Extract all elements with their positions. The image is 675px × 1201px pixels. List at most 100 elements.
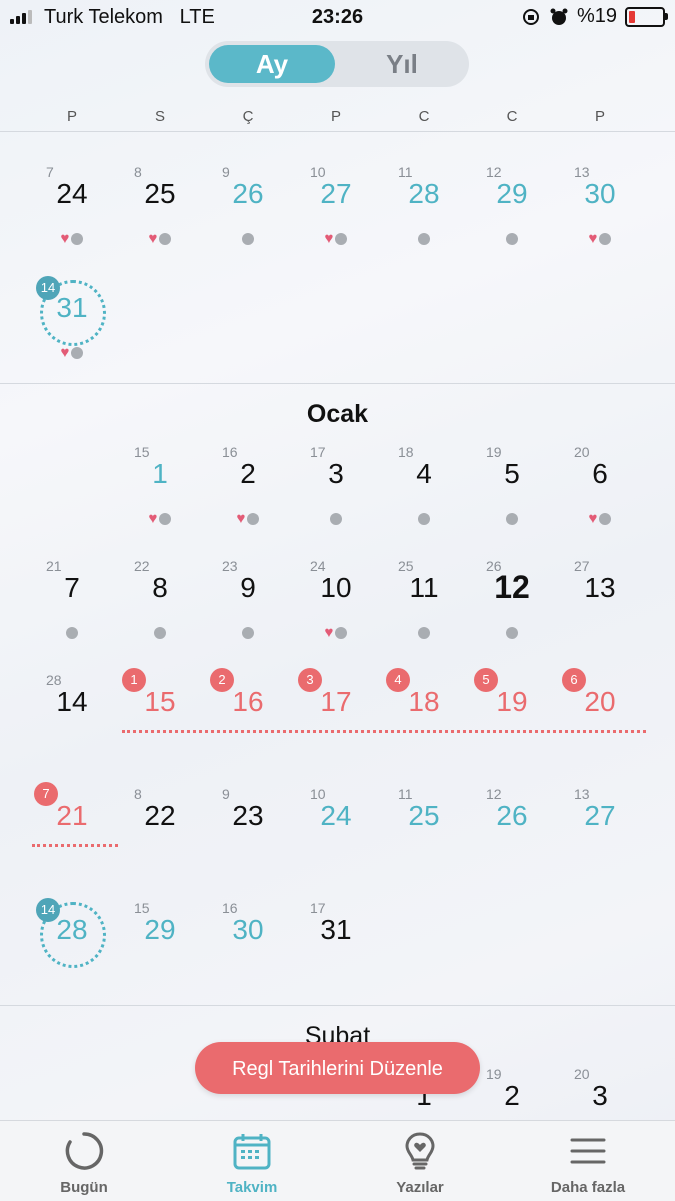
date-number: 20 <box>584 686 616 717</box>
day-cell[interactable]: 13 30 ♥ <box>556 164 644 282</box>
segment-year[interactable]: Yıl <box>339 45 465 83</box>
date-number: 31 <box>320 914 352 945</box>
day-cell[interactable]: 8 22 <box>116 786 204 904</box>
day-cell-period[interactable]: 7 21 <box>28 782 116 904</box>
day-cell[interactable]: 16 30 <box>204 900 292 1018</box>
day-cell-today[interactable]: 26 12 <box>468 558 556 676</box>
day-cell[interactable]: 11 25 <box>380 786 468 904</box>
date-number: 16 <box>232 686 264 717</box>
day-cell[interactable]: 17 3 <box>292 444 380 562</box>
day-cell[interactable]: 23 9 <box>204 558 292 676</box>
day-cell[interactable]: 22 8 <box>116 558 204 676</box>
day-indicators: ♥ <box>116 511 204 526</box>
day-cell-period[interactable]: 3 17 <box>292 668 380 790</box>
day-cell[interactable]: 12 29 <box>468 164 556 282</box>
day-indicators: ♥ <box>556 230 644 247</box>
day-cell-period[interactable]: 1 15 <box>116 668 204 790</box>
weekday-label: S <box>154 108 165 125</box>
tab-calendar[interactable]: Takvim <box>168 1121 336 1201</box>
weekday-label: P <box>594 108 605 125</box>
weekday-label: P <box>66 108 77 125</box>
date-number: 25 <box>144 178 176 209</box>
segment-month[interactable]: Ay <box>209 45 335 83</box>
date-number: 4 <box>416 458 432 489</box>
day-cell[interactable]: 16 2 ♥ <box>204 444 292 562</box>
day-indicators <box>468 232 556 246</box>
day-cell[interactable]: 11 28 <box>380 164 468 282</box>
date-number: 12 <box>494 569 530 605</box>
heart-icon: ♥ <box>148 230 158 247</box>
day-indicators: ♥ <box>292 231 380 246</box>
day-cell[interactable]: 15 29 <box>116 900 204 1018</box>
day-cell[interactable]: 13 27 <box>556 786 644 904</box>
date-number: 13 <box>584 572 616 603</box>
note-dot-icon <box>159 513 172 525</box>
day-cell[interactable]: 10 27 ♥ <box>292 164 380 282</box>
month-divider <box>0 383 675 384</box>
day-indicators: ♥ <box>556 511 644 526</box>
day-indicators: ♥ <box>116 230 204 247</box>
day-cell[interactable]: 28 14 <box>28 672 116 790</box>
day-indicators <box>468 626 556 640</box>
date-number: 30 <box>584 178 616 209</box>
day-cell[interactable]: 7 24 ♥ <box>28 164 116 282</box>
note-dot-icon <box>247 513 260 525</box>
day-cell[interactable]: 15 1 ♥ <box>116 444 204 562</box>
day-cell-ovulation[interactable]: 14 31 ♥ <box>28 276 116 396</box>
day-cell[interactable]: 24 10 ♥ <box>292 558 380 676</box>
tab-bar: Bugün Takvim Yazılar Daha fazla <box>0 1120 675 1201</box>
day-cell-ovulation[interactable]: 14 28 <box>28 898 116 1018</box>
day-cell[interactable]: 9 26 <box>204 164 292 282</box>
day-cell[interactable]: 19 5 <box>468 444 556 562</box>
day-cell[interactable]: 27 13 <box>556 558 644 676</box>
note-dot-icon <box>418 233 430 245</box>
date-number: 1 <box>152 458 168 489</box>
note-dot-icon <box>66 627 78 639</box>
date-number: 30 <box>232 914 264 945</box>
note-dot-icon <box>418 513 430 525</box>
day-cell[interactable]: 21 7 <box>28 558 116 676</box>
date-number: 18 <box>408 686 440 717</box>
date-number: 6 <box>592 458 608 489</box>
day-cell-period[interactable]: 5 19 <box>468 668 556 790</box>
tab-articles[interactable]: Yazılar <box>336 1121 504 1201</box>
rotation-lock-icon <box>522 8 539 25</box>
edit-period-dates-button[interactable]: Regl Tarihlerini Düzenle <box>195 1042 480 1094</box>
day-cell[interactable]: 20 6 ♥ <box>556 444 644 562</box>
date-number: 26 <box>496 800 528 831</box>
date-number: 23 <box>232 800 264 831</box>
day-cell[interactable]: 25 11 <box>380 558 468 676</box>
note-dot-icon <box>330 513 342 525</box>
day-indicators: ♥ <box>28 345 116 360</box>
note-dot-icon <box>71 347 84 359</box>
day-cell[interactable]: 17 31 <box>292 900 380 1018</box>
note-dot-icon <box>335 233 348 245</box>
tab-more[interactable]: Daha fazla <box>504 1121 672 1201</box>
day-cell[interactable]: 12 26 <box>468 786 556 904</box>
day-indicators <box>204 232 292 246</box>
day-cell[interactable]: 18 4 <box>380 444 468 562</box>
date-number: 26 <box>232 178 264 209</box>
day-cell[interactable]: 9 23 <box>204 786 292 904</box>
day-cell-period[interactable]: 2 16 <box>204 668 292 790</box>
date-number: 24 <box>56 178 88 209</box>
date-number: 3 <box>592 1080 608 1111</box>
tab-label: Bugün <box>60 1179 108 1196</box>
day-indicators <box>204 626 292 640</box>
header-divider <box>0 131 675 132</box>
day-cell-period[interactable]: 6 20 <box>556 668 644 790</box>
note-dot-icon <box>506 513 518 525</box>
period-range-line <box>32 844 118 847</box>
day-indicators <box>380 232 468 246</box>
heart-icon: ♥ <box>588 230 598 247</box>
tab-label: Takvim <box>226 1179 278 1196</box>
note-dot-icon <box>242 627 254 639</box>
day-cell[interactable]: 10 24 <box>292 786 380 904</box>
day-cell[interactable]: 8 25 ♥ <box>116 164 204 282</box>
date-number: 29 <box>144 914 176 945</box>
tab-today[interactable]: Bugün <box>0 1121 168 1201</box>
battery-icon <box>625 6 668 27</box>
day-cell-period[interactable]: 4 18 <box>380 668 468 790</box>
date-number: 5 <box>504 458 520 489</box>
date-number: 21 <box>56 800 88 831</box>
